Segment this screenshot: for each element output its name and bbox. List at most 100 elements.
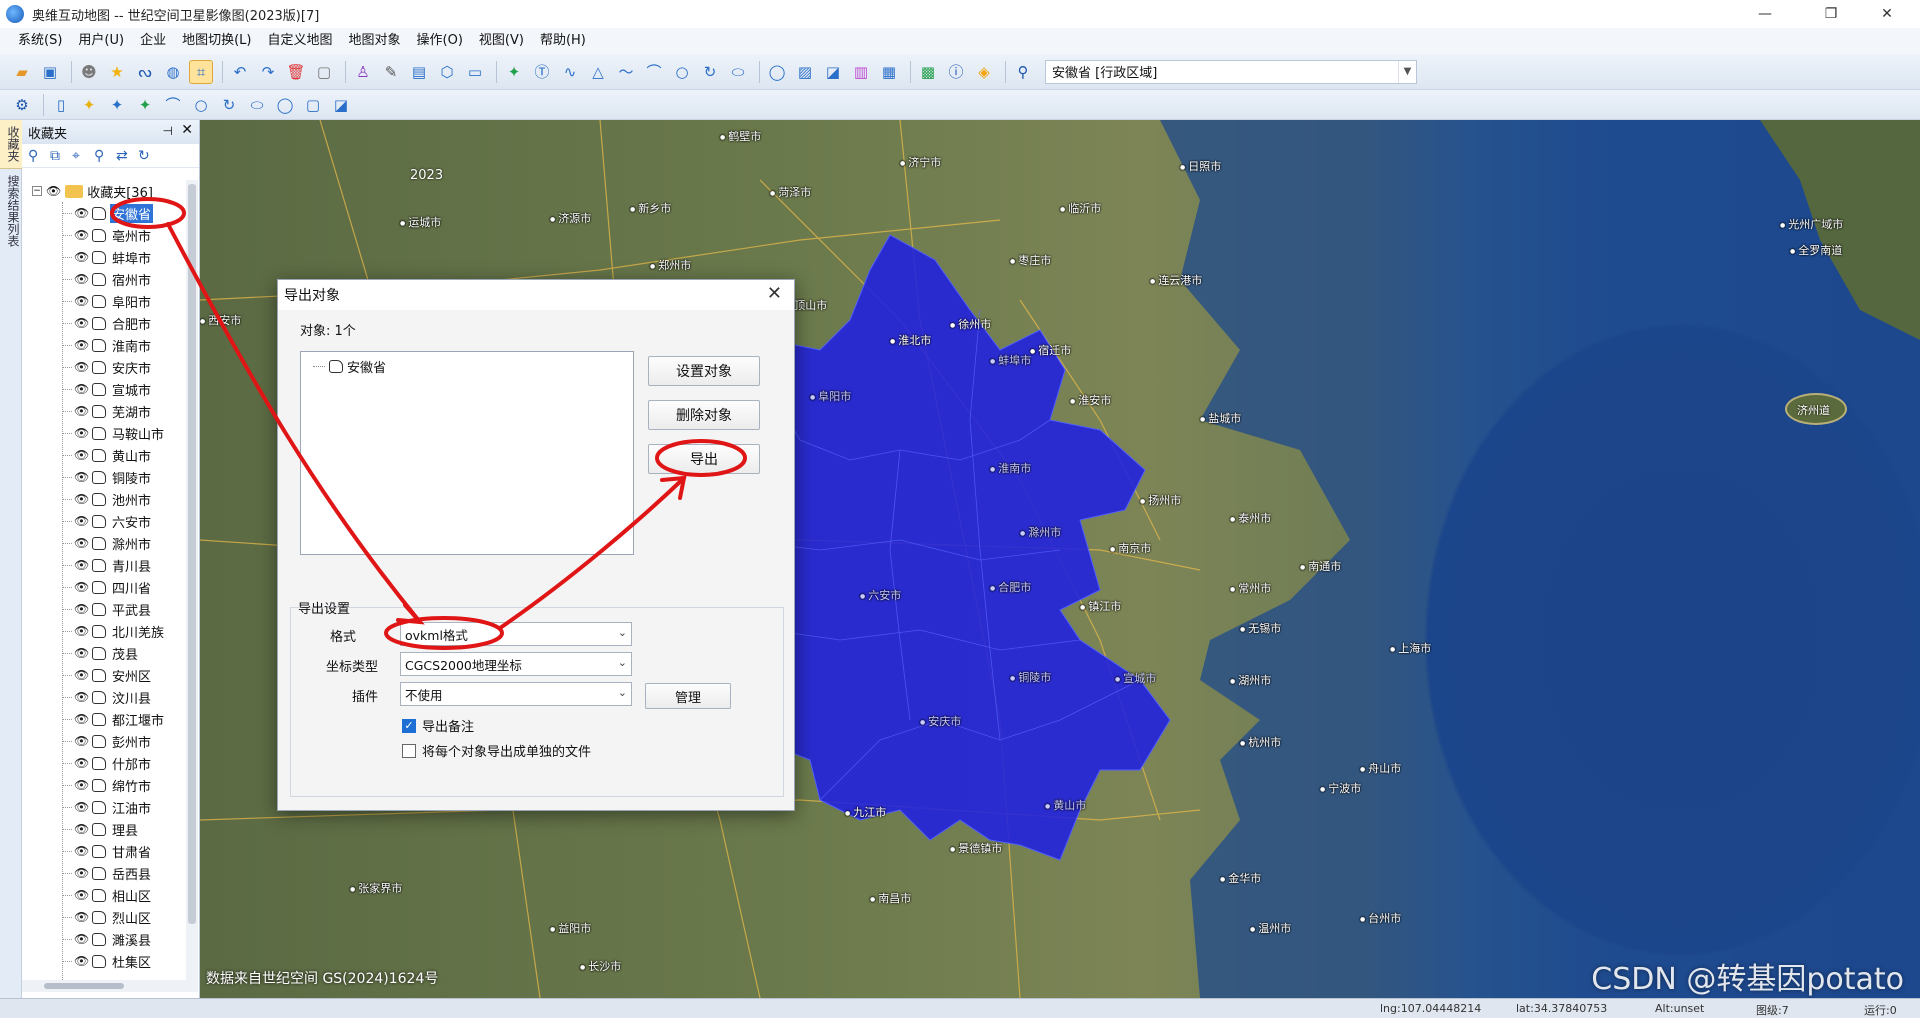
rotate-draw-icon[interactable]: ↻ [217,93,241,117]
eye-icon[interactable]: 👁 [74,778,92,792]
polyline-icon[interactable]: ∿ [558,60,582,84]
bars-icon[interactable]: ▥ [849,60,873,84]
tree-item[interactable]: 👁 安庆市 [22,356,186,378]
tree-item[interactable]: 👁 甘肃省 [22,840,186,862]
tree-item[interactable]: 👁 黄山市 [22,444,186,466]
pin-panel-icon[interactable]: ⊣ [163,124,173,138]
eye-icon[interactable]: 👁 [74,250,92,264]
tree-item[interactable]: 👁 平武县 [22,598,186,620]
eye-icon[interactable]: 👁 [74,800,92,814]
green-pin-icon[interactable]: ✦ [133,93,157,117]
eye-icon[interactable]: 👁 [74,382,92,396]
arc-icon[interactable]: ⌒ [642,60,666,84]
star-icon[interactable]: ★ [105,60,129,84]
delete-object-button[interactable]: 删除对象 [648,400,760,430]
tree-item[interactable]: 👁 绵竹市 [22,774,186,796]
rect-draw-icon[interactable]: ▢ [301,93,325,117]
eye-icon[interactable]: 👁 [74,668,92,682]
eye-icon[interactable]: 👁 [74,404,92,418]
search-input[interactable]: 安徽省 [行政区域] ▼ [1045,59,1417,84]
globe-icon[interactable]: ◍ [161,60,185,84]
menu-enterprise[interactable]: 企业 [132,28,174,54]
tree-item[interactable]: 👁 彭州市 [22,730,186,752]
eye-icon[interactable]: 👁 [74,206,92,220]
search-favorites-icon[interactable]: ⚲ [28,148,50,164]
polygon-region-icon[interactable]: ◪ [821,60,845,84]
tree-item[interactable]: 👁 合肥市 [22,312,186,334]
eye-icon[interactable]: 👁 [74,646,92,660]
eye-icon[interactable]: 👁 [74,690,92,704]
eye-icon[interactable]: 👁 [74,756,92,770]
tree-item[interactable]: 👁 茂县 [22,642,186,664]
eye-icon[interactable]: 👁 [74,448,92,462]
gem-icon[interactable]: ◈ [972,60,996,84]
tree-item[interactable]: 👁 青川县 [22,554,186,576]
separate-files-checkbox[interactable]: 将每个对象导出成单独的文件 [402,741,591,760]
favorites-vertical-scrollbar[interactable] [186,180,198,980]
eye-icon[interactable]: 👁 [74,932,92,946]
menu-user[interactable]: 用户(U) [70,28,132,54]
eye-icon[interactable]: 👁 [74,294,92,308]
table-icon[interactable]: ▦ [877,60,901,84]
eye-icon[interactable]: 👁 [74,954,92,968]
eye-icon[interactable]: 👁 [74,910,92,924]
export-note-checkbox[interactable]: ✓ 导出备注 [402,716,474,735]
eye-icon[interactable]: 👁 [74,602,92,616]
side-tab-favorites[interactable]: 收藏夹 [0,120,22,169]
tree-item[interactable]: 👁 理县 [22,818,186,840]
format-select[interactable]: ovkml格式 ⌄ [400,622,632,646]
undo-icon[interactable]: ↶ [228,60,252,84]
copy-icon[interactable]: ⧉ [50,148,72,164]
ruler-icon[interactable]: ✎ [379,60,403,84]
tree-item[interactable]: 👁 马鞍山市 [22,422,186,444]
select-tool-icon[interactable]: ⌗ [189,59,213,84]
export-button[interactable]: 导出 [648,444,760,474]
maximize-button[interactable]: ❐ [1808,0,1854,28]
chat-icon[interactable]: ▩ [916,60,940,84]
tree-item[interactable]: 👁 宣城市 [22,378,186,400]
eye-icon[interactable]: 👁 [74,470,92,484]
triangle-icon[interactable]: △ [586,60,610,84]
document-icon[interactable]: ▯ [49,93,73,117]
eye-icon[interactable]: 👁 [74,272,92,286]
tree-item[interactable]: 👁 淮南市 [22,334,186,356]
eye-icon[interactable]: 👁 [74,822,92,836]
eye-icon[interactable]: 👁 [74,514,92,528]
frame-icon[interactable]: ▢ [312,60,336,84]
close-window-button[interactable]: ✕ [1864,0,1910,28]
minimize-button[interactable]: — [1742,0,1788,28]
tree-item[interactable]: 👁 烈山区 [22,906,186,928]
ellipse-draw-icon[interactable]: ⬭ [245,93,269,117]
arc-line-icon[interactable]: ⌒ [161,93,185,117]
eye-icon[interactable]: 👁 [74,866,92,880]
checkbox-checked-icon[interactable]: ✓ [402,718,416,733]
tree-item[interactable]: 👁 铜陵市 [22,466,186,488]
tree-item[interactable]: 👁 汶川县 [22,686,186,708]
tree-item[interactable]: 👁 四川省 [22,576,186,598]
object-list-item[interactable]: 安徽省 [313,357,386,376]
object-list[interactable]: 安徽省 [300,351,634,555]
save-icon[interactable]: ▣ [38,60,62,84]
yellow-pin-icon[interactable]: ✦ [77,93,101,117]
eye-icon[interactable]: 👁 [74,558,92,572]
plugin-select[interactable]: 不使用 ⌄ [400,682,632,706]
eye-icon[interactable]: 👁 [74,316,92,330]
tree-item[interactable]: 👁 岳西县 [22,862,186,884]
tree-item[interactable]: 👁 池州市 [22,488,186,510]
locate-icon[interactable]: ⌖ [72,148,94,164]
marker-icon[interactable]: ⚲ [94,148,116,164]
tree-item[interactable]: 👁 杜集区 [22,950,186,972]
rotate-icon[interactable]: ↻ [698,60,722,84]
route-icon[interactable]: ᔓ [133,60,157,84]
checkbox-unchecked-icon[interactable] [402,743,416,758]
info-icon[interactable]: ⓘ [944,60,968,84]
users-icon[interactable]: ☻ [77,60,101,84]
settings-gear-icon[interactable]: ⚙ [10,93,34,117]
circle-region-icon[interactable]: ◯ [765,60,789,84]
tree-item[interactable]: 👁 安徽省 [22,202,186,224]
tree-item[interactable]: 👁 宿州市 [22,268,186,290]
eye-icon[interactable]: 👁 [74,734,92,748]
square-region-icon[interactable]: ▨ [793,60,817,84]
polygon-draw-icon[interactable]: ◪ [329,93,353,117]
dialog-close-button[interactable]: ✕ [767,283,782,304]
